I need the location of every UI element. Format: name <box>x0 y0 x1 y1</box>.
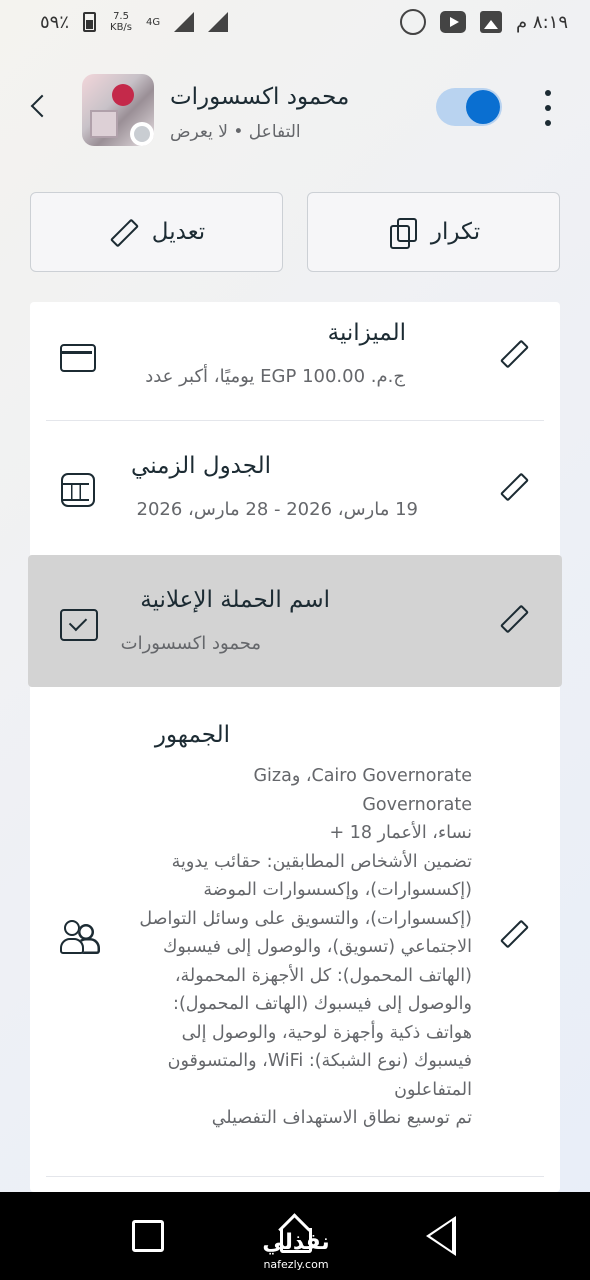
campaign-toggle[interactable] <box>436 88 502 126</box>
credit-card-icon <box>58 336 98 376</box>
schedule-row[interactable]: الجدول الزمني 19 مارس، 2026 - 28 مارس، 2… <box>30 421 560 554</box>
youtube-icon <box>440 11 467 33</box>
audience-line: الاجتماعي (تسويق)، والوصول إلى فيسبوك <box>162 937 472 957</box>
speed-value: 7.5 <box>113 11 129 22</box>
divider <box>46 1176 544 1177</box>
network-speed: 7.5 KB/s <box>110 11 132 33</box>
audience-details: Cairo Governorate، وGiza Governorate نسا… <box>112 762 472 1133</box>
watermark: نفذلي nafezly.com <box>256 1232 336 1276</box>
action-buttons: تعديل تكرار <box>30 192 560 272</box>
avatar <box>82 74 154 146</box>
header: محمود اكسسورات التفاعل • لا يعرض <box>0 70 590 150</box>
schedule-title: الجدول الزمني <box>131 453 271 479</box>
network-type: 4G <box>146 16 161 28</box>
status-dot-icon <box>130 122 154 146</box>
audience-line: تم توسيع نطاق الاستهداف التفصيلي <box>211 1108 472 1128</box>
signal-icon <box>174 12 195 32</box>
system-navigation-bar: نفذلي nafezly.com <box>0 1192 590 1280</box>
budget-title: الميزانية <box>327 320 406 346</box>
gallery-icon <box>480 11 503 33</box>
audience-people-icon <box>58 916 98 956</box>
audience-row[interactable]: الجمهور Cairo Governorate، وGiza Governo… <box>30 688 560 1178</box>
audience-line: Governorate <box>362 794 472 815</box>
campaign-details-card: الميزانية ج.م. EGP 100.00 يوميًا، أكبر ع… <box>28 302 562 1192</box>
duplicate-button[interactable]: تكرار <box>307 192 560 272</box>
edit-label: تعديل <box>151 219 206 245</box>
audience-line: نساء، الأعمار 18 + <box>329 823 472 843</box>
speed-unit: KB/s <box>110 22 133 33</box>
battery-percent: ٥٩٪ <box>40 11 70 33</box>
page-title: محمود اكسسورات <box>170 84 350 110</box>
audience-line: (إكسسوارات)، وإكسسوارات الموضة <box>203 880 472 900</box>
avatar-image-detail-2 <box>90 110 118 138</box>
calendar-icon <box>58 469 98 509</box>
avatar-image-detail <box>112 84 134 106</box>
audience-line: فيسبوك (نوع الشبكة): WiFi، والمتسوقون <box>167 1051 472 1071</box>
budget-row[interactable]: الميزانية ج.م. EGP 100.00 يوميًا، أكبر ع… <box>30 302 560 420</box>
duplicate-label: تكرار <box>430 219 481 245</box>
edit-schedule-icon[interactable] <box>498 471 532 505</box>
audience-line: (إكسسوارات)، والتسويق على وسائل التواصل <box>139 908 472 929</box>
status-right: ٨:١٩ م <box>400 9 568 35</box>
recent-apps-icon[interactable] <box>132 1220 164 1252</box>
audience-line: تضمين الأشخاص المطابقين: حقائب يدوية <box>171 851 472 872</box>
audience-line: المتفاعلون <box>394 1079 472 1100</box>
more-options-icon[interactable] <box>536 90 560 126</box>
status-time: ٨:١٩ م <box>516 11 568 33</box>
copy-icon <box>387 217 417 249</box>
audience-line: (الهاتف المحمول): كل الأجهزة المحمولة، <box>174 965 472 986</box>
campaign-name-title: اسم الحملة الإعلانية <box>140 587 330 613</box>
watermark-url: nafezly.com <box>263 1258 329 1271</box>
status-bar: ٥٩٪ 7.5 KB/s 4G ٨:١٩ م <box>0 0 590 44</box>
back-chevron-icon[interactable] <box>28 92 52 120</box>
audience-line: Cairo Governorate، وGiza <box>253 766 472 786</box>
folder-check-icon <box>58 603 98 643</box>
signal-icon-2 <box>208 12 229 32</box>
status-left: ٥٩٪ 7.5 KB/s 4G <box>40 11 229 33</box>
page-subtitle: التفاعل • لا يعرض <box>170 122 301 142</box>
schedule-value: 19 مارس، 2026 - 28 مارس، 2026 <box>136 499 418 520</box>
battery-icon <box>83 12 97 32</box>
pencil-icon <box>108 217 138 247</box>
edit-button[interactable]: تعديل <box>30 192 283 272</box>
edit-audience-icon[interactable] <box>498 918 532 952</box>
watermark-brand: نفذلي <box>262 1230 330 1255</box>
budget-value: ج.م. EGP 100.00 يوميًا، أكبر عدد <box>145 366 405 387</box>
campaign-name-value: محمود اكسسورات <box>120 633 261 654</box>
edit-campaign-name-icon[interactable] <box>498 603 532 637</box>
audience-line: والوصول إلى فيسبوك (الهاتف المحمول): <box>173 994 472 1014</box>
chatgpt-icon <box>400 9 427 35</box>
back-triangle-icon[interactable] <box>426 1216 456 1256</box>
audience-line: هواتف ذكية وأجهزة لوحية، والوصول إلى <box>181 1022 472 1043</box>
audience-title: الجمهور <box>154 722 230 748</box>
edit-budget-icon[interactable] <box>498 338 532 372</box>
campaign-name-row[interactable]: اسم الحملة الإعلانية محمود اكسسورات <box>30 555 560 687</box>
